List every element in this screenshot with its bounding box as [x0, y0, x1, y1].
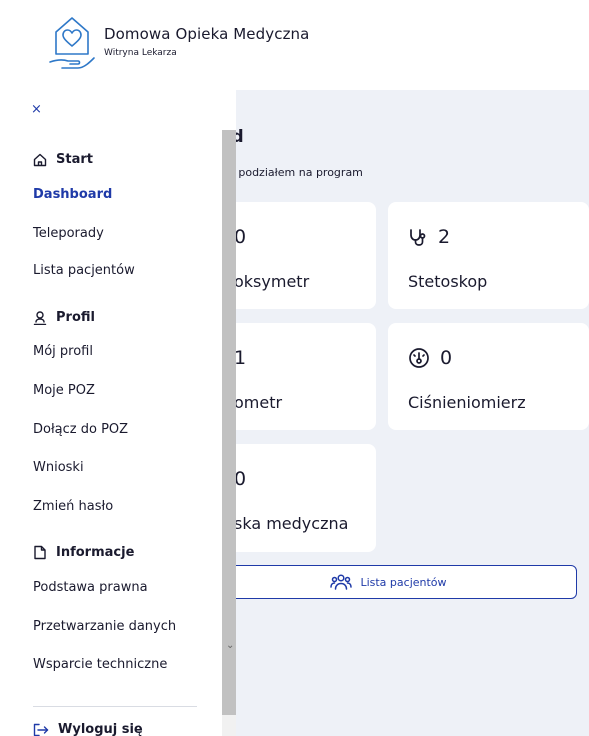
nav-section-informacje: Informacje	[33, 545, 134, 560]
nav-item-dolacz-do-poz[interactable]: Dołącz do POZ	[33, 422, 128, 437]
card-label: oksymetr	[234, 272, 310, 291]
scrollbar-thumb[interactable]	[222, 130, 236, 715]
nav-item-moje-poz[interactable]: Moje POZ	[33, 383, 95, 398]
nav-section-informacje-title: Informacje	[56, 545, 135, 560]
nav-item-wnioski[interactable]: Wnioski	[33, 460, 84, 475]
nav-item-teleporady[interactable]: Teleporady	[33, 226, 104, 241]
nav-item-moj-profil[interactable]: Mój profil	[33, 344, 93, 359]
nav-item-przetwarzanie-danych[interactable]: Przetwarzanie danych	[33, 619, 176, 634]
nav-item-zmien-haslo[interactable]: Zmień hasło	[33, 499, 113, 514]
nav-section-start-title: Start	[56, 152, 93, 167]
card-cisnieniomierz[interactable]: 0 Ciśnieniomierz	[388, 323, 589, 430]
patients-list-button-label: Lista pacjentów	[360, 575, 447, 589]
card-label: Ciśnieniomierz	[408, 393, 526, 412]
nav-item-lista-pacjentow[interactable]: Lista pacjentów	[33, 263, 135, 278]
app-header: Domowa Opieka Medyczna Witryna Lekarza	[0, 0, 589, 90]
logout-icon	[33, 723, 49, 736]
nav-item-wsparcie-techniczne[interactable]: Wsparcie techniczne	[33, 657, 167, 672]
brand-title: Domowa Opieka Medyczna	[104, 25, 310, 43]
drawer-divider	[33, 706, 197, 707]
user-icon	[33, 310, 47, 325]
scroll-down-caret-icon[interactable]: ⌄	[226, 640, 234, 651]
navigation-drawer: × Start Dashboard Teleporady Lista pacje…	[0, 90, 236, 736]
page-subtitle-rest: z podziałem na program	[225, 166, 363, 179]
card-label: ometr	[234, 393, 283, 412]
home-icon	[33, 153, 47, 166]
nav-section-start: Start	[33, 152, 93, 167]
nav-item-dashboard[interactable]: Dashboard	[33, 187, 112, 202]
brand-subtitle: Witryna Lekarza	[104, 48, 177, 58]
card-label: Stetoskop	[408, 272, 488, 291]
patients-list-button[interactable]: Lista pacjentów	[200, 565, 577, 599]
card-count: 0	[440, 347, 453, 369]
logout-label: Wyloguj się	[58, 722, 143, 736]
document-icon	[34, 545, 46, 560]
users-icon	[330, 574, 353, 590]
nav-item-podstawa-prawna[interactable]: Podstawa prawna	[33, 580, 148, 595]
stethoscope-icon	[410, 229, 426, 246]
card-label: ska medyczna	[234, 514, 349, 533]
card-stetoskop[interactable]: 2 Stetoskop	[388, 202, 589, 309]
nav-section-profil: Profil	[33, 310, 95, 325]
nav-section-profil-title: Profil	[56, 310, 95, 325]
card-count: 2	[438, 226, 451, 248]
close-drawer-button[interactable]: ×	[31, 102, 42, 117]
blood-pressure-gauge-icon	[409, 348, 429, 368]
logout-button[interactable]: Wyloguj się	[33, 722, 143, 736]
home-care-logo-icon[interactable]	[48, 10, 96, 72]
